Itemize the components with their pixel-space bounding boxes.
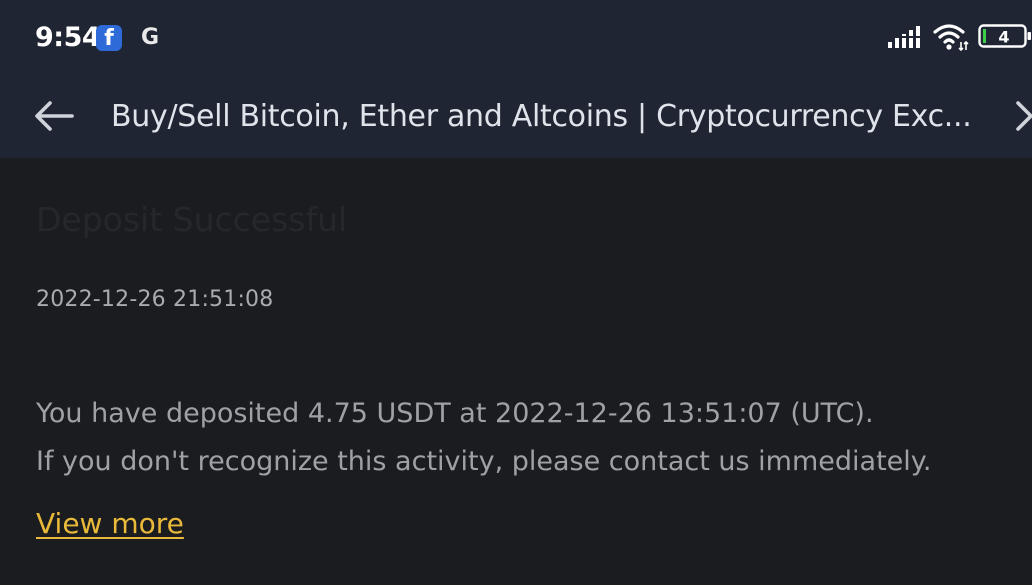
chevron-right-icon[interactable] [1012,96,1032,136]
status-time: 9:54 [35,22,101,53]
message-line-2: If you don't recognize this activity, pl… [36,446,932,477]
battery-level: 4 [998,28,1009,47]
view-more-link[interactable]: View more [36,507,184,540]
wifi-icon [933,24,969,52]
signal-icon [886,26,922,48]
message-line-1: You have deposited 4.75 USDT at 2022-12-… [36,398,874,429]
facebook-icon: f [96,25,122,51]
notification-timestamp: 2022-12-26 21:51:08 [36,287,274,312]
battery-icon: 4 [978,24,1031,48]
page-title: Buy/Sell Bitcoin, Ether and Altcoins | C… [111,99,972,134]
back-arrow-icon[interactable] [32,96,76,136]
top-bar: 9:54 f G 4 Buy/Sell Bitcoin, Ether and A… [0,0,1032,158]
google-icon: G [140,25,160,50]
notification-heading: Deposit Successful [36,200,348,239]
